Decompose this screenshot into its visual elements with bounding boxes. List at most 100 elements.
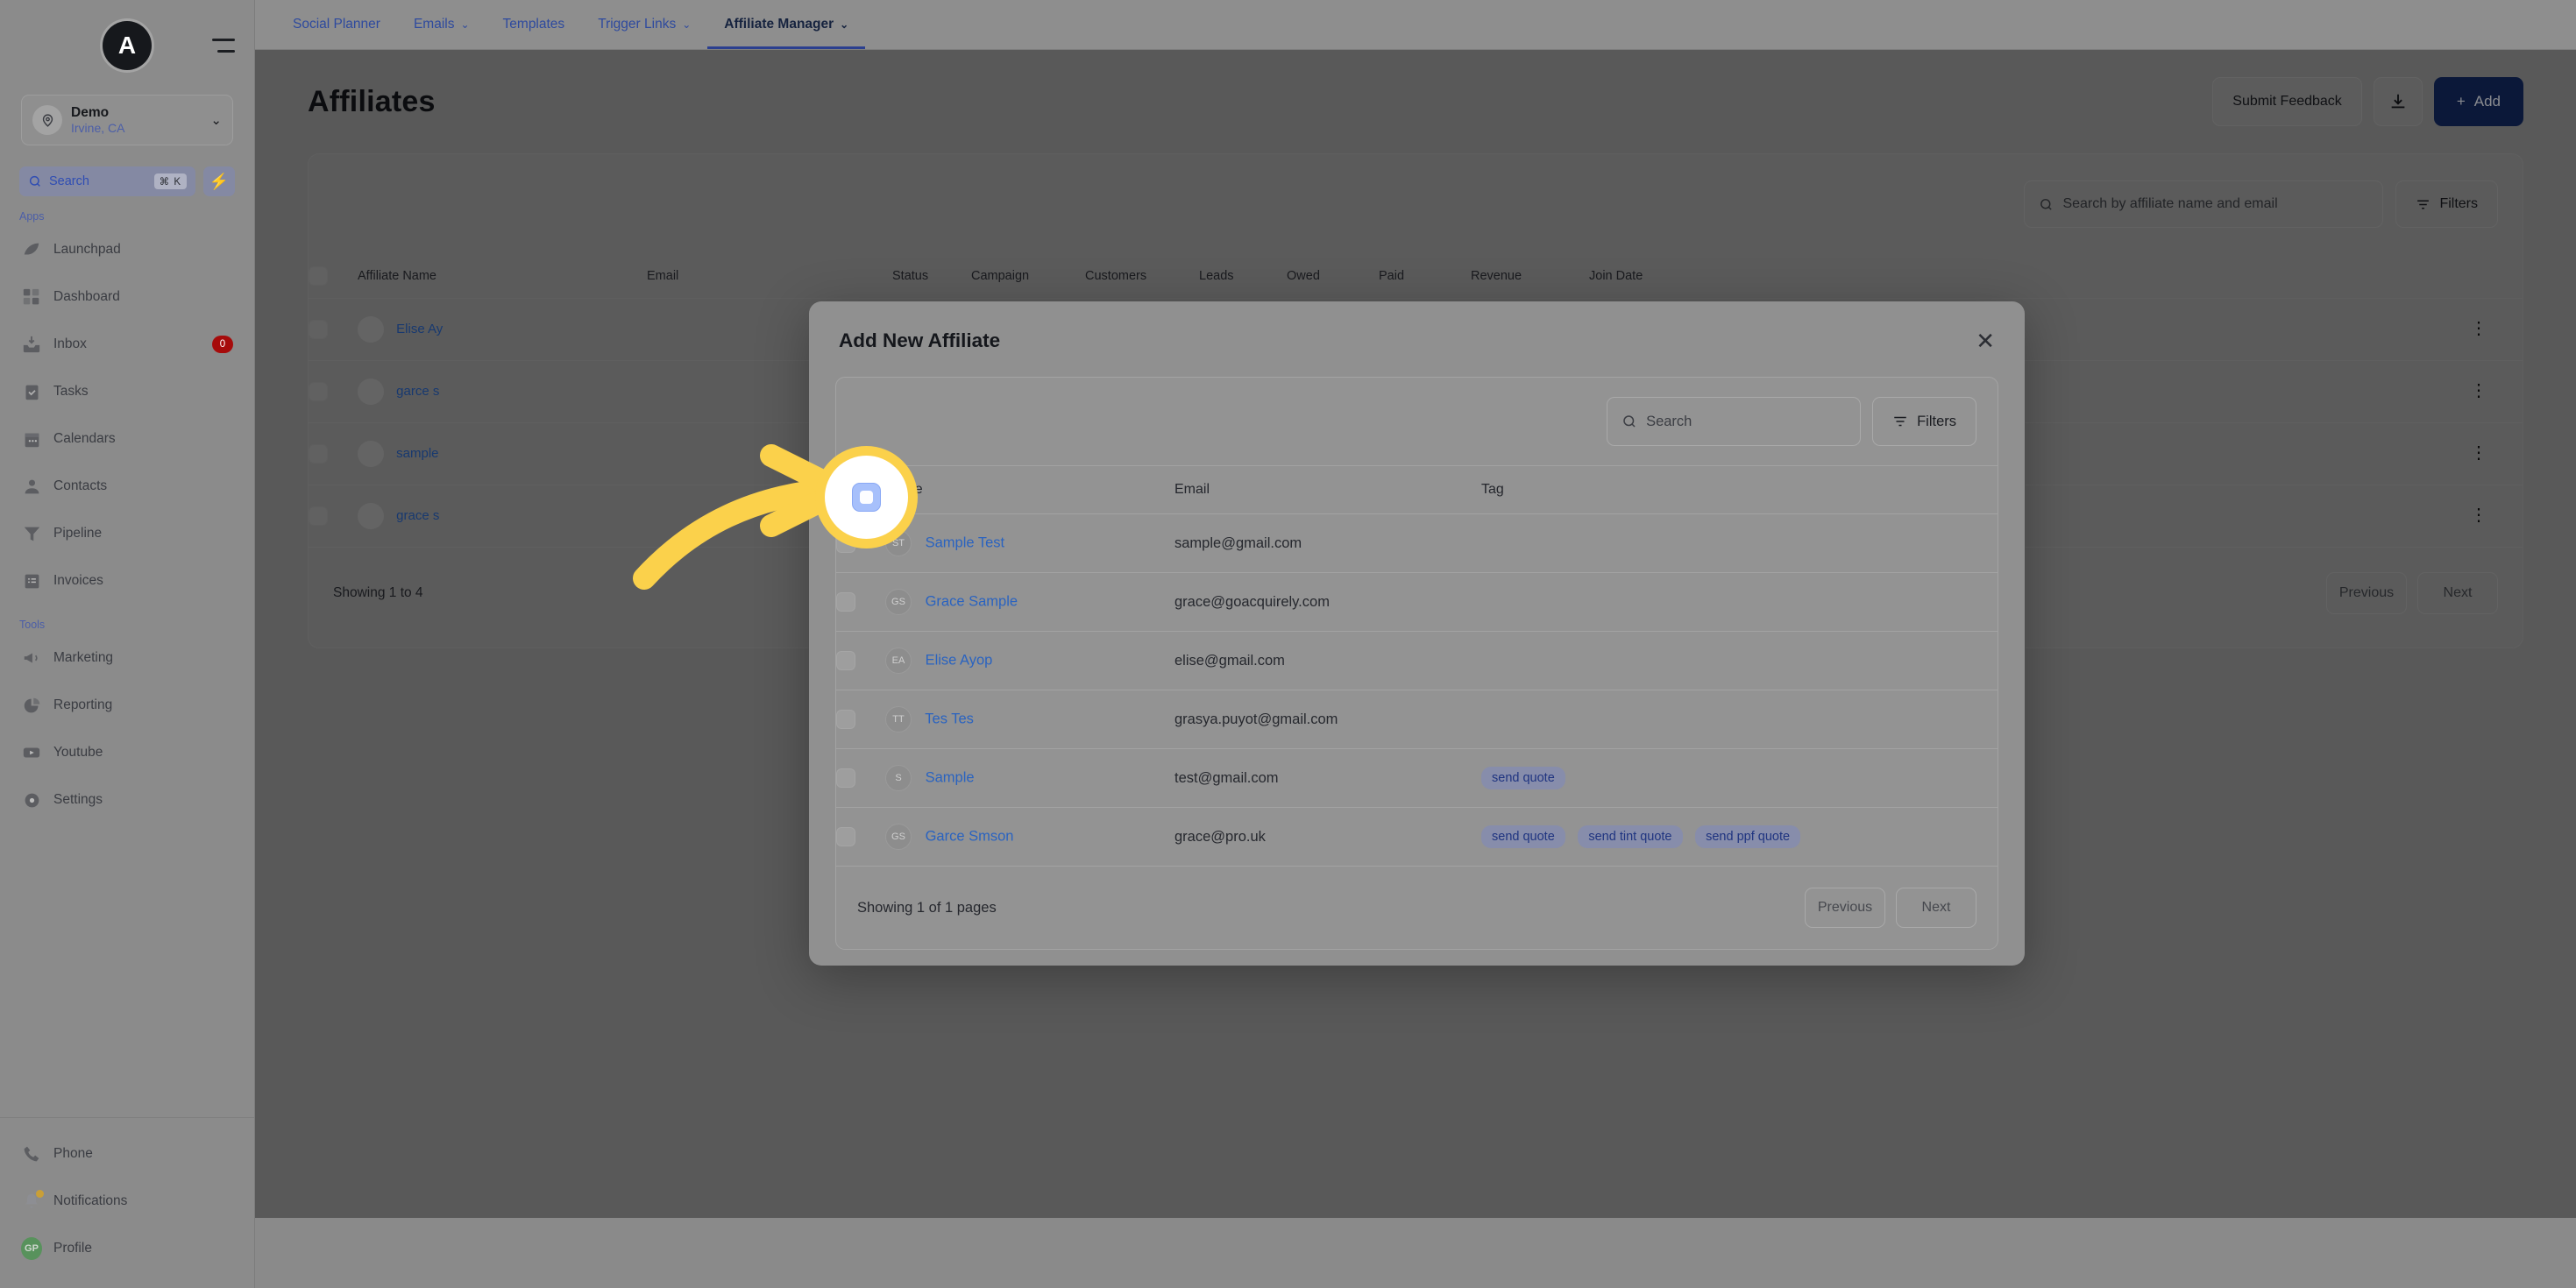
sidebar-item-label: Tasks bbox=[53, 384, 89, 399]
chevron-down-icon: ⌄ bbox=[460, 18, 470, 31]
chevron-down-icon: ⌄ bbox=[210, 113, 222, 128]
contact-name-link[interactable]: Garce Smson bbox=[926, 828, 1014, 844]
sidebar-item-tasks[interactable]: Tasks bbox=[14, 368, 240, 415]
tab-emails[interactable]: Emails ⌄ bbox=[397, 0, 486, 49]
tab-label: Social Planner bbox=[293, 17, 380, 32]
row-checkbox[interactable] bbox=[836, 592, 855, 612]
app-logo[interactable]: A bbox=[103, 21, 152, 70]
tag-chip[interactable]: send quote bbox=[1481, 825, 1565, 848]
select-all-checkbox[interactable] bbox=[836, 480, 855, 499]
modal-col-name[interactable]: Name bbox=[885, 465, 1174, 514]
avatar: TT bbox=[885, 706, 912, 732]
row-select-cell bbox=[836, 513, 885, 573]
section-label-tools: Tools bbox=[19, 619, 46, 631]
row-select-cell bbox=[836, 631, 885, 690]
sidebar-item-youtube[interactable]: Youtube bbox=[14, 729, 240, 776]
sidebar-item-contacts[interactable]: Contacts bbox=[14, 463, 240, 510]
table-row[interactable]: GS Grace Sample grace@goacquirely.com bbox=[836, 572, 1998, 632]
modal-table-body: ST Sample Test sample@gmail.com GS Grace… bbox=[836, 513, 1998, 867]
section-label-apps: Apps bbox=[19, 210, 45, 223]
tag-chip[interactable]: send ppf quote bbox=[1695, 825, 1801, 848]
sidebar-item-calendars[interactable]: Calendars bbox=[14, 415, 240, 463]
sidebar-item-label: Launchpad bbox=[53, 242, 121, 257]
inbox-icon bbox=[21, 334, 42, 355]
row-tag-cell bbox=[1481, 631, 1998, 690]
sidebar-item-settings[interactable]: Settings bbox=[14, 776, 240, 824]
launchpad-icon bbox=[21, 239, 42, 260]
modal-col-email[interactable]: Email bbox=[1174, 465, 1481, 514]
sidebar-item-label: Profile bbox=[53, 1241, 92, 1256]
contact-name-link[interactable]: Grace Sample bbox=[926, 593, 1018, 609]
avatar: EA bbox=[885, 648, 912, 674]
avatar-initials: GP bbox=[21, 1237, 42, 1260]
row-checkbox[interactable] bbox=[836, 768, 855, 788]
contact-name-link[interactable]: Tes Tes bbox=[925, 711, 974, 726]
row-checkbox[interactable] bbox=[836, 534, 855, 553]
table-row[interactable]: GS Garce Smson grace@pro.uk send quote s… bbox=[836, 807, 1998, 867]
row-name-cell: S Sample bbox=[885, 748, 1174, 808]
row-checkbox[interactable] bbox=[836, 710, 855, 729]
sidebar-item-launchpad[interactable]: Launchpad bbox=[14, 226, 240, 273]
sidebar-search-row: Search ⌘ K ⚡ bbox=[19, 166, 235, 196]
row-email-cell: test@gmail.com bbox=[1174, 748, 1481, 808]
tab-label: Emails bbox=[413, 17, 455, 32]
bolt-icon: ⚡ bbox=[209, 172, 230, 190]
sidebar-item-label: Dashboard bbox=[53, 289, 120, 304]
sidebar-item-label: Pipeline bbox=[53, 526, 103, 541]
table-row[interactable]: ST Sample Test sample@gmail.com bbox=[836, 513, 1998, 573]
nav-list-tools: Marketing Reporting Youtube Settings bbox=[0, 634, 254, 824]
tag-chip[interactable]: send quote bbox=[1481, 767, 1565, 789]
row-select-cell bbox=[836, 748, 885, 808]
sidebar-item-marketing[interactable]: Marketing bbox=[14, 634, 240, 682]
sidebar-item-dashboard[interactable]: Dashboard bbox=[14, 273, 240, 321]
sidebar-item-reporting[interactable]: Reporting bbox=[14, 682, 240, 729]
bell-icon bbox=[21, 1190, 44, 1212]
row-email-cell: grasya.puyot@gmail.com bbox=[1174, 690, 1481, 749]
row-checkbox[interactable] bbox=[836, 651, 855, 670]
sidebar-item-label: Phone bbox=[53, 1146, 93, 1161]
inbox-badge: 0 bbox=[212, 336, 233, 353]
location-switcher[interactable]: Demo Irvine, CA ⌄ bbox=[21, 95, 233, 145]
contact-name-link[interactable]: Sample Test bbox=[926, 534, 1005, 550]
modal-body-card: Search Filters Name Email Tag ST Sample … bbox=[835, 377, 1998, 950]
tab-affiliate-manager[interactable]: Affiliate Manager ⌄ bbox=[707, 0, 865, 49]
tab-templates[interactable]: Templates bbox=[486, 0, 582, 49]
sidebar-item-inbox[interactable]: Inbox 0 bbox=[14, 321, 240, 368]
sidebar-item-phone[interactable]: Phone bbox=[14, 1130, 240, 1178]
pipeline-icon bbox=[21, 523, 42, 544]
contact-name-link[interactable]: Elise Ayop bbox=[926, 652, 993, 668]
tab-label: Affiliate Manager bbox=[724, 17, 834, 32]
sidebar-item-pipeline[interactable]: Pipeline bbox=[14, 510, 240, 557]
row-name-cell: TT Tes Tes bbox=[885, 690, 1174, 749]
tab-trigger-links[interactable]: Trigger Links ⌄ bbox=[581, 0, 707, 49]
close-icon[interactable]: ✕ bbox=[1976, 329, 1995, 352]
sidebar-item-profile[interactable]: GP Profile bbox=[14, 1225, 240, 1272]
table-row[interactable]: TT Tes Tes grasya.puyot@gmail.com bbox=[836, 690, 1998, 749]
megaphone-icon bbox=[21, 648, 42, 669]
tag-chip[interactable]: send tint quote bbox=[1578, 825, 1683, 848]
modal-previous-button[interactable]: Previous bbox=[1805, 888, 1885, 928]
row-email-cell: elise@gmail.com bbox=[1174, 631, 1481, 690]
search-input[interactable]: Search ⌘ K bbox=[19, 166, 195, 196]
modal-select-all-header bbox=[836, 465, 885, 514]
screen-root: A Demo Irvine, CA ⌄ Search ⌘ K ⚡ Apps La… bbox=[0, 0, 2576, 1288]
tab-social-planner[interactable]: Social Planner bbox=[276, 0, 397, 49]
row-name-cell: EA Elise Ayop bbox=[885, 631, 1174, 690]
modal-filters-button[interactable]: Filters bbox=[1872, 397, 1976, 446]
row-checkbox[interactable] bbox=[836, 827, 855, 846]
sidebar-item-invoices[interactable]: Invoices bbox=[14, 557, 240, 605]
sidebar-item-notifications[interactable]: Notifications bbox=[14, 1178, 240, 1225]
modal-col-tag[interactable]: Tag bbox=[1481, 465, 1998, 514]
tasks-icon bbox=[21, 381, 42, 402]
sidebar-bottom: Phone Notifications GP Profile bbox=[0, 1117, 254, 1288]
sidebar-collapse-icon[interactable] bbox=[212, 39, 235, 53]
sidebar-item-label: Invoices bbox=[53, 573, 103, 588]
table-row[interactable]: S Sample test@gmail.com send quote bbox=[836, 748, 1998, 808]
table-row[interactable]: EA Elise Ayop elise@gmail.com bbox=[836, 631, 1998, 690]
contact-name-link[interactable]: Sample bbox=[926, 769, 975, 785]
quick-actions-button[interactable]: ⚡ bbox=[203, 166, 235, 196]
row-email-cell: grace@pro.uk bbox=[1174, 807, 1481, 867]
modal-next-button[interactable]: Next bbox=[1896, 888, 1976, 928]
row-tag-cell: send quote bbox=[1481, 748, 1998, 808]
modal-search-input[interactable]: Search bbox=[1607, 397, 1862, 446]
